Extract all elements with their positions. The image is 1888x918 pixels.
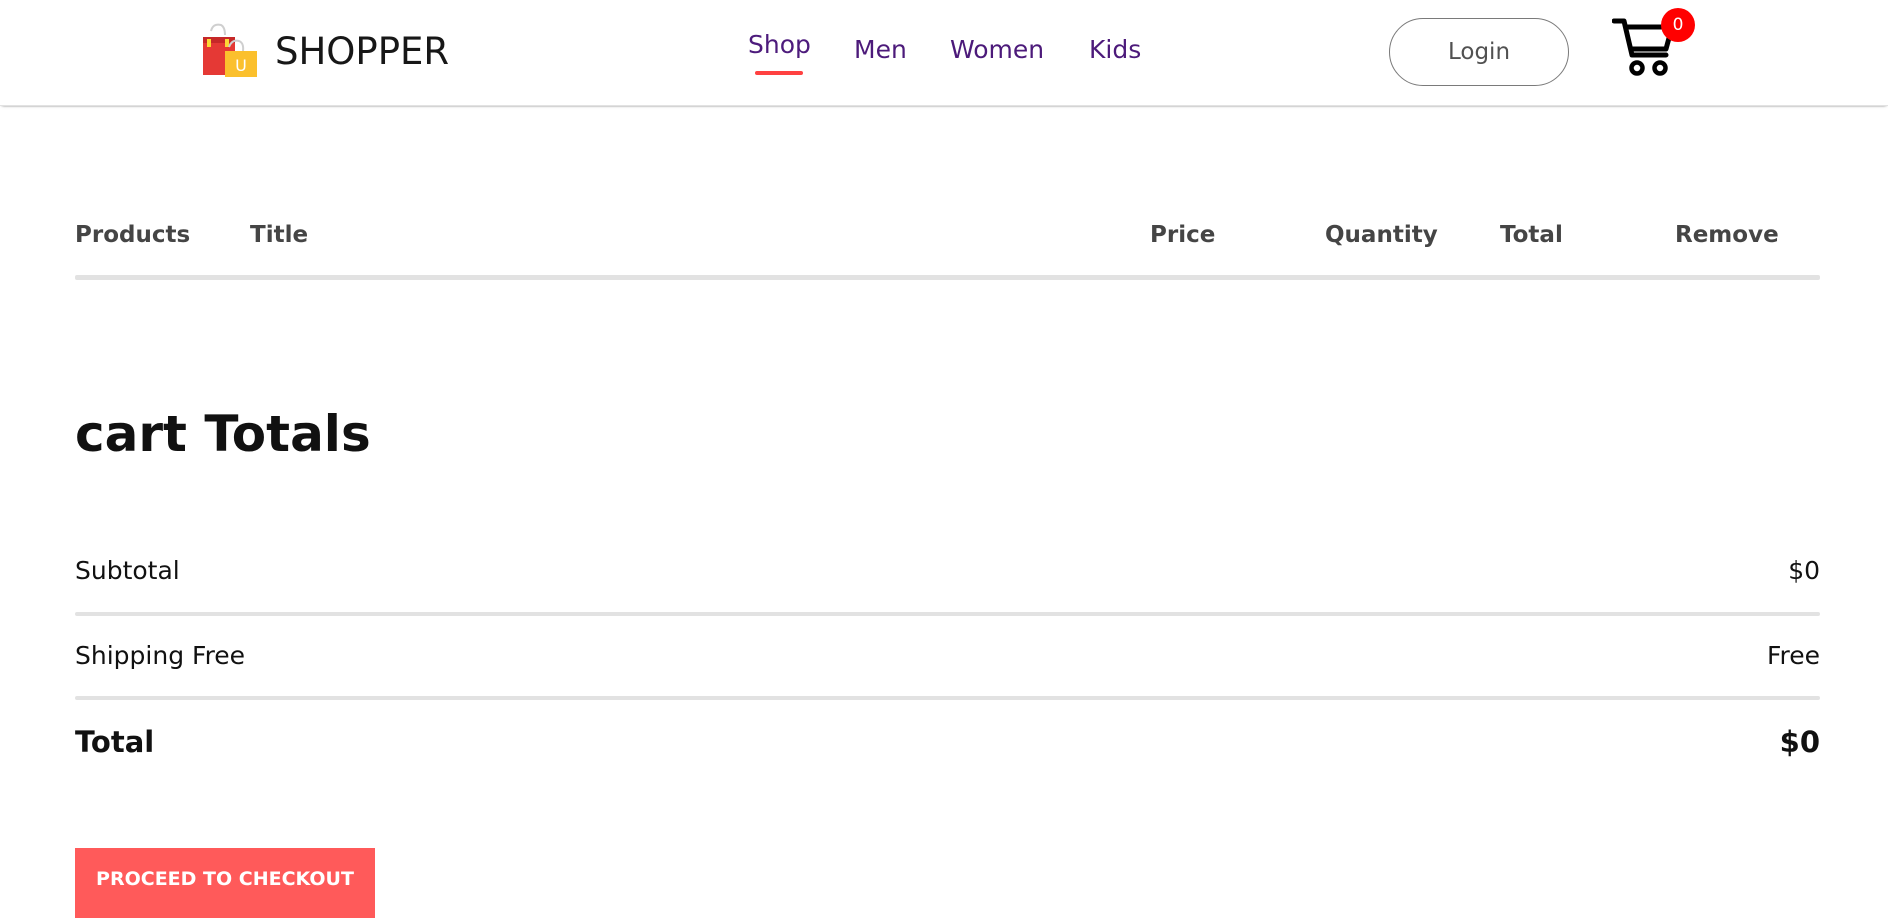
proceed-to-checkout-button[interactable]: PROCEED TO CHECKOUT [75,848,375,918]
header-quantity: Quantity [1325,222,1438,248]
svg-text:U: U [235,56,247,75]
menu-item-kids[interactable]: Kids [1089,35,1141,64]
header-price: Price [1150,222,1216,248]
total-label: Total [75,725,155,759]
header-divider [75,275,1820,280]
subtotal-divider [75,612,1820,616]
brand[interactable]: U SHOPPER [201,23,449,79]
shipping-divider [75,696,1820,700]
menu-item-men[interactable]: Men [854,35,907,64]
menu-item-women[interactable]: Women [950,35,1044,64]
shipping-row: Shipping Free Free [75,641,1820,675]
active-menu-underline [755,71,803,75]
subtotal-value: $0 [1788,556,1820,585]
header-title: Title [250,222,309,248]
total-value: $0 [1779,725,1820,759]
cart-totals-title: cart Totals [75,405,371,463]
menu-item-shop[interactable]: Shop [748,30,811,59]
shipping-value: Free [1766,641,1820,670]
subtotal-row: Subtotal $0 [75,556,1820,590]
header-remove: Remove [1675,222,1779,248]
header-total: Total [1500,222,1563,248]
brand-name: SHOPPER [275,29,450,73]
shipping-label: Shipping Free [75,641,246,670]
cart-count-badge: 0 [1661,8,1695,42]
navbar: U SHOPPER Shop Men Women Kids Login 0 [0,0,1888,106]
cart-table-header: Products Title Price Quantity Total Remo… [75,222,1820,252]
total-row: Total $0 [75,725,1820,759]
subtotal-label: Subtotal [75,556,180,585]
shopping-bags-logo-icon: U [203,23,257,77]
header-products: Products [75,222,191,248]
login-button[interactable]: Login [1389,18,1569,86]
